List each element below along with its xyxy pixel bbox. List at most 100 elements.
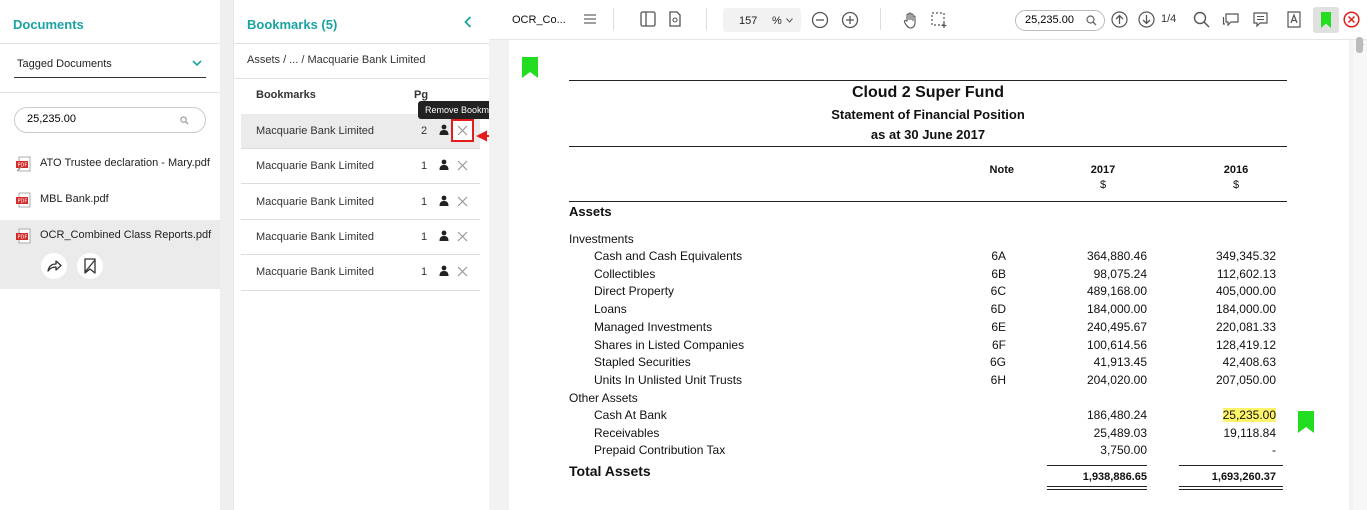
page-view-icon[interactable]: [668, 11, 682, 27]
svg-text:PDF: PDF: [18, 163, 28, 169]
line-item-label: Loans: [594, 302, 627, 317]
rule: [1179, 465, 1283, 466]
rule: [1047, 465, 1147, 466]
close-icon[interactable]: [457, 160, 468, 171]
rule: [569, 201, 1287, 202]
line-item-2016: -: [1272, 443, 1276, 458]
search-icon[interactable]: [1086, 15, 1097, 26]
highlight-text: 25,235.00: [1222, 408, 1276, 422]
tagged-documents-dropdown[interactable]: Tagged Documents: [14, 52, 206, 78]
close-viewer-icon[interactable]: [1343, 11, 1360, 28]
note-icon[interactable]: [1252, 11, 1269, 28]
file-item[interactable]: PDF MBL Bank.pdf: [0, 187, 220, 213]
remove-bookmark-button[interactable]: [451, 119, 474, 142]
line-item-label: Prepaid Contribution Tax: [594, 443, 726, 458]
file-name: MBL Bank.pdf: [40, 193, 109, 205]
line-item-2017: 25,489.03: [1093, 425, 1147, 440]
zoom-out-icon[interactable]: [811, 11, 829, 29]
bookmark-name: Macquarie Bank Limited: [256, 231, 375, 243]
bookmark-name: Macquarie Bank Limited: [256, 125, 375, 137]
document-tab[interactable]: OCR_Co...: [512, 14, 566, 26]
search-icon[interactable]: [1193, 11, 1210, 28]
menu-icon[interactable]: [583, 13, 597, 25]
line-item-2017: 240,495.67: [1086, 319, 1147, 334]
share-icon[interactable]: [41, 253, 67, 279]
close-icon[interactable]: [457, 196, 468, 207]
line-item-2016: 19,118.84: [1223, 425, 1277, 440]
col-2017: 2017: [1090, 164, 1116, 176]
bookmark-marker-icon[interactable]: [1298, 411, 1314, 433]
bookmark-row[interactable]: Macquarie Bank Limited 1: [241, 149, 480, 184]
zoom-field[interactable]: 157 %: [723, 8, 801, 32]
file-item-selected[interactable]: PDF OCR_Combined Class Reports.pdf: [0, 220, 220, 289]
line-item-note: 6B: [991, 266, 1006, 281]
line-item-2016: 220,081.33: [1215, 319, 1276, 334]
bookmark-row[interactable]: Macquarie Bank Limited 1: [241, 220, 480, 255]
divider: [234, 78, 490, 79]
viewer-search-box[interactable]: [1015, 10, 1105, 31]
line-item-2017: 186,480.24: [1086, 408, 1147, 422]
bookmarks-panel: Bookmarks (5) Assets / ... / Macquarie B…: [233, 0, 509, 510]
page-bookmark-icon[interactable]: [522, 57, 538, 78]
bookmark-row[interactable]: Macquarie Bank Limited 1: [241, 184, 480, 220]
bookmark-name: Macquarie Bank Limited: [256, 266, 375, 278]
remove-bookmark-icon[interactable]: [77, 253, 103, 279]
marquee-select-icon[interactable]: [930, 11, 948, 29]
line-item-2016: 349,345.32: [1215, 249, 1276, 263]
bookmark-toggle-button[interactable]: [1313, 7, 1339, 33]
pan-hand-icon[interactable]: [903, 11, 919, 29]
zoom-value: 157: [739, 15, 758, 27]
line-item-label: Units In Unlisted Unit Trusts: [594, 372, 743, 387]
close-icon[interactable]: [457, 266, 468, 277]
scrollbar[interactable]: [1353, 37, 1367, 510]
user-icon: [439, 195, 449, 206]
next-result-icon[interactable]: [1138, 11, 1155, 28]
bookmark-name: Macquarie Bank Limited: [256, 196, 375, 208]
file-name: OCR_Combined Class Reports.pdf: [40, 229, 212, 241]
panel-gutter: [220, 0, 233, 510]
document-search-box[interactable]: [14, 107, 206, 133]
divider: [0, 43, 220, 44]
documents-title: Documents: [13, 17, 84, 32]
statement-subtitle: Statement of Financial Position: [831, 107, 1025, 122]
currency-2017: $: [1099, 179, 1107, 191]
line-item-note: 6C: [990, 284, 1006, 299]
line-item-label: Cash and Cash Equivalents: [594, 249, 743, 263]
bookmark-page: 2: [421, 125, 428, 137]
text-edit-icon[interactable]: [1286, 11, 1302, 28]
bookmarks-title: Bookmarks (5): [247, 17, 338, 32]
comments-icon[interactable]: [1222, 11, 1240, 28]
scrollbar-thumb[interactable]: [1356, 37, 1363, 53]
statement-title: Cloud 2 Super Fund: [852, 84, 1004, 101]
divider: [234, 43, 490, 44]
collapse-panel-icon[interactable]: [464, 16, 472, 28]
line-item-2016: 184,000.00: [1215, 302, 1276, 317]
sidebar-toggle-icon[interactable]: [640, 11, 656, 27]
close-icon[interactable]: [457, 231, 468, 242]
documents-panel: Documents Tagged Documents PDF ATO Trust…: [0, 0, 220, 510]
line-item-note: 6H: [990, 372, 1006, 387]
col-note: Note: [989, 164, 1014, 176]
previous-result-icon[interactable]: [1111, 11, 1128, 28]
highlighted-search-match: 25,235.00: [1174, 408, 1276, 422]
bookmark-row[interactable]: Macquarie Bank Limited 1: [241, 255, 480, 291]
file-item[interactable]: PDF ATO Trustee declaration - Mary.pdf: [0, 151, 220, 177]
line-item-label: Shares in Listed Companies: [594, 337, 745, 352]
bookmark-row[interactable]: Macquarie Bank Limited 2: [241, 114, 480, 149]
pdf-page: Cloud 2 Super Fund Statement of Financia…: [509, 40, 1349, 510]
line-item-label: Stapled Securities: [594, 355, 691, 370]
total-2016: 1,693,260.37: [1211, 471, 1276, 483]
chevron-down-icon: [192, 59, 202, 67]
line-item-label: Receivables: [594, 425, 660, 440]
viewer-search-input[interactable]: [1025, 14, 1085, 26]
line-item-2017: 489,168.00: [1086, 284, 1147, 299]
search-icon[interactable]: [180, 116, 189, 125]
line-item-2016: 128,419.12: [1215, 337, 1276, 352]
toolbar-separator: [613, 8, 614, 30]
line-item-2016: 405,000.00: [1215, 284, 1276, 299]
line-item-note: 6D: [990, 302, 1006, 317]
currency-2016: $: [1232, 179, 1240, 191]
col-2016: 2016: [1223, 164, 1249, 176]
document-search-input[interactable]: [27, 113, 167, 125]
zoom-in-icon[interactable]: [841, 11, 859, 29]
